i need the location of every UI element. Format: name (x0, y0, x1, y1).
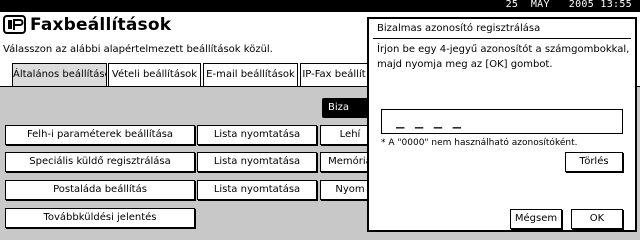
print-list-button-1[interactable]: Lista nyomtatása (197, 125, 317, 145)
dialog-message-line2: majd nyomja meg az [OK] gombot. (377, 59, 553, 70)
fax-settings-icon (3, 15, 27, 35)
tab-ip-fax-settings[interactable]: IP-Fax beállít (300, 63, 368, 87)
tab-email-settings[interactable]: E-mail beállítások (203, 63, 298, 87)
datetime-display: 25 MAY 2005 13:55 (505, 0, 632, 10)
confidential-id-input[interactable]: _ _ _ _ (381, 109, 623, 134)
ok-button[interactable]: OK (571, 209, 623, 229)
print-list-button-3[interactable]: Lista nyomtatása (197, 180, 317, 200)
special-sender-button[interactable]: Speciális küldő regisztrálása (5, 152, 195, 172)
status-bar: 25 MAY 2005 13:55 (0, 0, 640, 12)
mailbox-settings-button[interactable]: Postaláda beállítás (5, 180, 195, 200)
id-digit-slots: _ _ _ _ (396, 113, 463, 129)
cancel-button[interactable]: Mégsem (510, 209, 562, 229)
clear-button[interactable]: Törlés (565, 152, 623, 172)
forwarding-report-button[interactable]: Továbbküldési jelentés (5, 208, 195, 228)
tab-general-settings[interactable]: Általános beállítások (12, 63, 107, 87)
dialog-message-line1: Írjon be egy 4-jegyű azonosítót a számgo… (377, 44, 630, 55)
confidential-id-dialog: Bizalmas azonosító regisztrálása Írjon b… (367, 17, 637, 232)
dialog-title: Bizalmas azonosító regisztrálása (377, 23, 541, 34)
tab-receive-settings[interactable]: Vételi beállítások (108, 63, 201, 87)
instruction-text: Válasszon az alábbi alapértelmezett beál… (3, 44, 273, 55)
user-parameters-button[interactable]: Felh-i paraméterek beállítása (5, 125, 195, 145)
dialog-note: * A "0000" nem használható azonosítóként… (381, 138, 578, 148)
dialog-divider (373, 38, 631, 39)
page-title: Faxbeállítások (30, 15, 172, 35)
print-list-button-2[interactable]: Lista nyomtatása (197, 152, 317, 172)
